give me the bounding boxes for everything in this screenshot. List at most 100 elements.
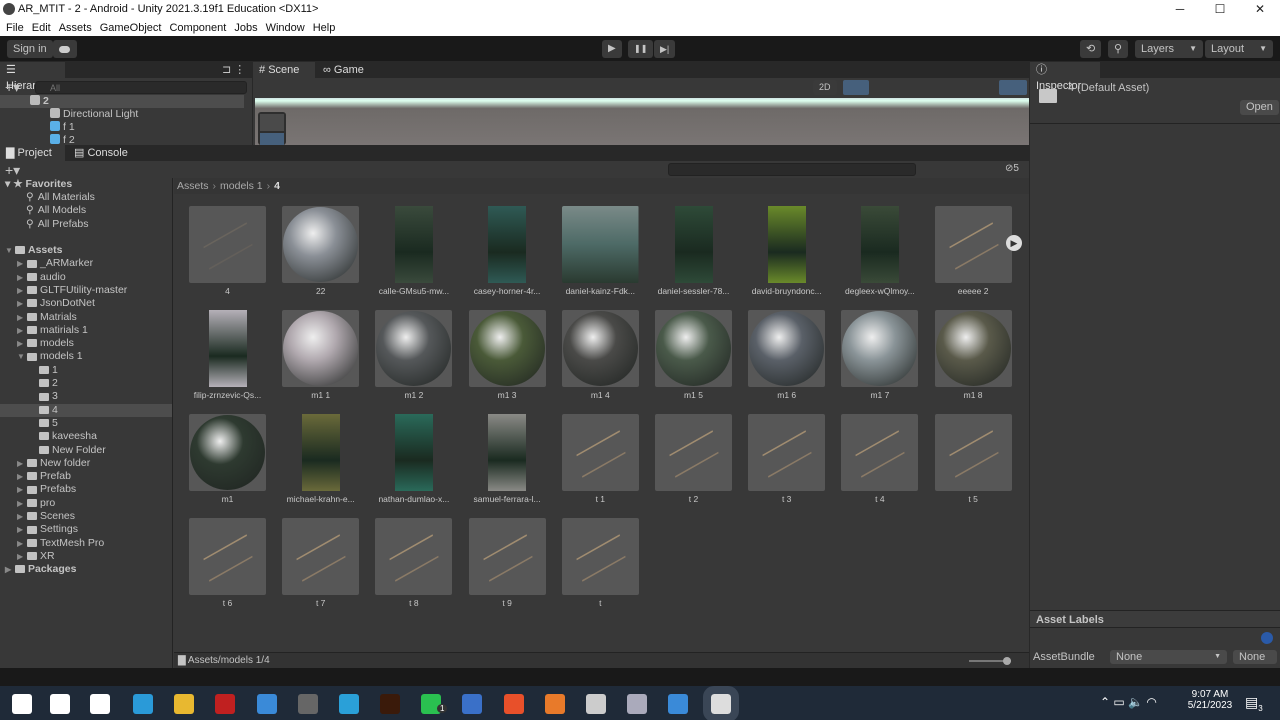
create-button[interactable]: +▾ — [5, 79, 20, 96]
folder-item[interactable]: 2 — [0, 377, 172, 390]
asset-thumbnail[interactable] — [282, 310, 360, 387]
menu-window[interactable]: Window — [266, 22, 305, 34]
start-icon[interactable] — [12, 694, 32, 714]
expand-arrow-icon[interactable]: ▶ — [17, 337, 27, 350]
folder-item[interactable]: ▶ Matrials — [0, 311, 172, 324]
lighting-toggle[interactable] — [843, 80, 869, 95]
expand-arrow-icon[interactable]: ▶ — [17, 457, 27, 470]
move-tool-icon[interactable] — [260, 133, 284, 145]
breadcrumb-item[interactable]: models 1 — [220, 180, 263, 192]
clock[interactable]: 9:07 AM 5/21/2023 — [1186, 689, 1234, 711]
task-view-icon[interactable] — [90, 694, 110, 714]
asset-thumbnail[interactable] — [189, 310, 266, 387]
menu-gameobject[interactable]: GameObject — [100, 22, 162, 34]
layout-dropdown[interactable]: Layout ▼ — [1205, 40, 1273, 58]
asset-thumbnail[interactable] — [748, 206, 825, 283]
hierarchy-search-input[interactable] — [35, 81, 247, 94]
firefox-icon[interactable] — [545, 694, 565, 714]
edge-icon[interactable] — [133, 694, 153, 714]
folder-item[interactable]: ▶ Prefabs — [0, 483, 172, 496]
asset-thumbnail[interactable] — [655, 310, 732, 387]
asset-thumbnail[interactable] — [841, 310, 919, 387]
expand-arrow-icon[interactable]: ▶ — [17, 483, 27, 496]
folder-item[interactable]: 1 — [0, 364, 172, 377]
asset-thumbnail[interactable] — [375, 518, 453, 595]
folder-item[interactable]: ▶ Packages — [0, 563, 172, 576]
history-button[interactable]: ⟲ — [1080, 40, 1102, 58]
photos-icon[interactable] — [627, 694, 647, 714]
play-preview-icon[interactable]: ▶ — [1006, 235, 1022, 251]
asset-thumbnail[interactable] — [561, 206, 639, 283]
hierarchy-item[interactable]: Directional Light — [0, 108, 244, 121]
asset-thumbnail[interactable] — [469, 414, 546, 491]
folder-item[interactable]: ▶ audio — [0, 271, 172, 284]
search-icon[interactable] — [50, 694, 70, 714]
asset-thumbnail[interactable] — [189, 414, 266, 491]
asset-thumbnail[interactable] — [189, 206, 266, 283]
folder-item[interactable]: ▶ XR — [0, 550, 172, 563]
folder-item[interactable]: ▶ pro — [0, 497, 172, 510]
maximize-button[interactable]: ☐ — [1200, 0, 1240, 19]
menu-edit[interactable]: Edit — [32, 22, 51, 34]
store-icon[interactable] — [462, 694, 482, 714]
favorite-item[interactable]: ⚲ All Materials — [26, 191, 95, 204]
system-tray-icons[interactable]: ⌃ ▭ 🔈 ◠ — [1100, 695, 1157, 709]
minimize-button[interactable]: ─ — [1160, 0, 1200, 19]
asset-thumbnail[interactable] — [934, 310, 1012, 387]
asset-thumbnail[interactable] — [934, 414, 1012, 491]
favorites-header[interactable]: ▾ ★ Favorites — [5, 178, 72, 191]
expand-arrow-icon[interactable]: ▶ — [17, 297, 27, 310]
folder-item[interactable]: 5 — [0, 417, 172, 430]
tab-scene[interactable]: # Scene — [253, 62, 315, 78]
asset-thumbnail[interactable] — [282, 206, 360, 283]
photos-app-icon[interactable] — [668, 694, 688, 714]
telegram-icon[interactable] — [339, 694, 359, 714]
tab-game[interactable]: ∞ Game — [317, 62, 370, 78]
folder-item[interactable]: ▶ Scenes — [0, 510, 172, 523]
sign-in-button[interactable]: Sign in — [7, 40, 53, 58]
asset-thumbnail[interactable] — [282, 518, 360, 595]
mail-icon[interactable] — [257, 694, 277, 714]
folder-item[interactable]: ▶ models — [0, 337, 172, 350]
folder-item[interactable]: 4 — [0, 403, 172, 417]
folder-item[interactable]: ▶ JsonDotNet — [0, 297, 172, 310]
expand-arrow-icon[interactable]: ▶ — [17, 257, 27, 270]
asset-thumbnail[interactable] — [841, 414, 919, 491]
obs-icon[interactable] — [298, 694, 318, 714]
tab-console[interactable]: ▤ Console — [68, 145, 134, 161]
expand-arrow-icon[interactable]: ▶ — [17, 537, 27, 550]
favorite-item[interactable]: ⚲ All Prefabs — [26, 218, 88, 231]
folder-item[interactable]: ▶ GLTFUtility-master — [0, 284, 172, 297]
variant-dropdown[interactable]: None▼ — [1233, 650, 1277, 674]
expand-arrow-icon[interactable]: ▶ — [17, 550, 27, 563]
label-tag-icon[interactable] — [1261, 632, 1273, 644]
layers-dropdown[interactable]: Layers ▼ — [1135, 40, 1203, 58]
expand-arrow-icon[interactable]: ▶ — [17, 470, 27, 483]
expand-arrow-icon[interactable]: ▶ — [17, 510, 27, 523]
2d-toggle[interactable]: 2D — [813, 80, 837, 95]
asset-thumbnail[interactable] — [468, 518, 546, 595]
asset-thumbnail[interactable] — [189, 518, 266, 595]
asset-thumbnail[interactable] — [561, 310, 639, 387]
lock-icon[interactable]: ⊐ ⋮ — [222, 63, 245, 76]
expand-arrow-icon[interactable]: ▶ — [17, 497, 27, 510]
menu-component[interactable]: Component — [169, 22, 226, 34]
asset-thumbnail[interactable] — [934, 206, 1012, 283]
create-asset-button[interactable]: +▾ — [5, 162, 20, 179]
menu-jobs[interactable]: Jobs — [234, 22, 257, 34]
cloud-button[interactable] — [53, 40, 77, 58]
asset-thumbnail[interactable] — [655, 206, 732, 283]
unity-hub-icon[interactable] — [586, 694, 606, 714]
tab-inspector[interactable]: ⓘ Inspector — [1030, 62, 1100, 92]
breadcrumb-item[interactable]: Assets — [177, 180, 209, 192]
expand-arrow-icon[interactable]: ▼ — [5, 244, 15, 257]
play-button[interactable]: ▶ — [602, 40, 622, 58]
project-search-input[interactable] — [668, 163, 916, 176]
app-icon[interactable] — [215, 694, 235, 714]
asset-labels-header[interactable]: Asset Labels — [1030, 610, 1280, 628]
asset-thumbnail[interactable] — [561, 518, 639, 595]
menu-assets[interactable]: Assets — [59, 22, 92, 34]
folder-item[interactable]: kaveesha — [0, 430, 172, 443]
hierarchy-item[interactable]: f 1 — [0, 121, 244, 134]
search-button[interactable]: ⚲ — [1108, 40, 1129, 58]
